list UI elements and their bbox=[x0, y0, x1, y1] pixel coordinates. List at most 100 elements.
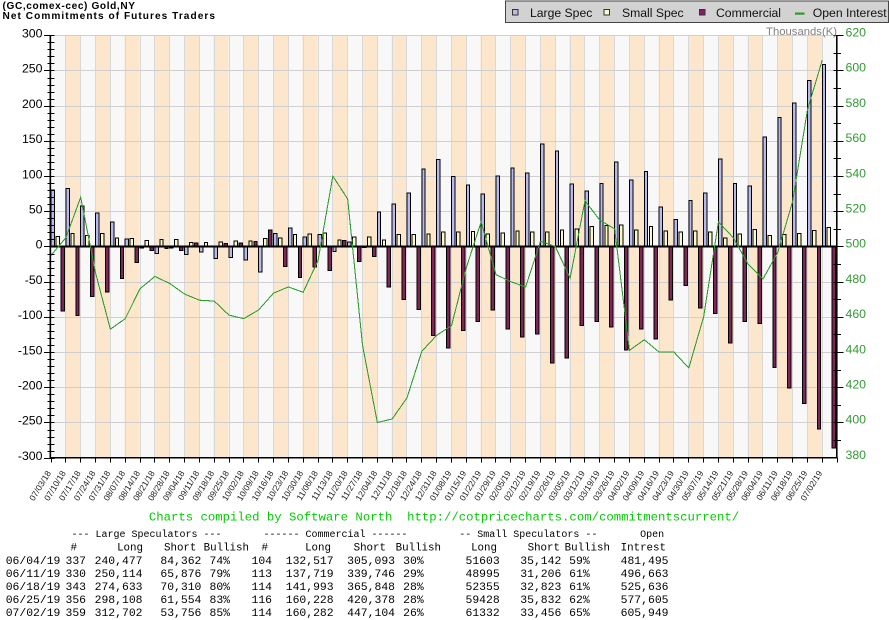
svg-text:59428: 59428 bbox=[466, 595, 500, 607]
svg-text:440: 440 bbox=[846, 342, 867, 356]
svg-text:52355: 52355 bbox=[466, 582, 500, 594]
svg-text:Charts compiled by Software No: Charts compiled by Software North http:/… bbox=[149, 511, 739, 525]
svg-text:06/04/19: 06/04/19 bbox=[6, 556, 61, 568]
svg-text:84,362: 84,362 bbox=[160, 556, 201, 568]
svg-text:-250: -250 bbox=[18, 414, 43, 428]
svg-text:Long: Long bbox=[117, 543, 143, 555]
svg-text:420,378: 420,378 bbox=[347, 595, 395, 607]
svg-text:33,456: 33,456 bbox=[520, 608, 561, 620]
svg-text:525,636: 525,636 bbox=[621, 582, 669, 594]
svg-text:65,876: 65,876 bbox=[160, 569, 201, 581]
svg-text:85%: 85% bbox=[209, 608, 230, 620]
svg-text:79%: 79% bbox=[209, 569, 230, 581]
svg-text:520: 520 bbox=[846, 202, 867, 216]
svg-text:400: 400 bbox=[846, 413, 867, 427]
svg-text:380: 380 bbox=[846, 448, 867, 462]
svg-text:460: 460 bbox=[846, 307, 867, 321]
svg-text:-150: -150 bbox=[18, 343, 43, 357]
svg-text:70,310: 70,310 bbox=[160, 582, 201, 594]
svg-text:300: 300 bbox=[22, 27, 43, 41]
svg-text:-50: -50 bbox=[25, 273, 43, 287]
svg-text:250,114: 250,114 bbox=[95, 569, 143, 581]
svg-text:Short: Short bbox=[528, 543, 560, 555]
svg-text:50: 50 bbox=[29, 203, 43, 217]
svg-text:53,756: 53,756 bbox=[160, 608, 201, 620]
svg-text:137,719: 137,719 bbox=[286, 569, 334, 581]
svg-text:560: 560 bbox=[846, 131, 867, 145]
svg-text:330: 330 bbox=[65, 569, 86, 581]
svg-text:------ Commercial ------: ------ Commercial ------ bbox=[264, 529, 408, 541]
svg-text:Small Spec: Small Spec bbox=[622, 6, 684, 20]
svg-text:496,663: 496,663 bbox=[621, 569, 669, 581]
svg-text:06/18/19: 06/18/19 bbox=[6, 582, 61, 594]
svg-text:447,104: 447,104 bbox=[347, 608, 395, 620]
svg-text:577,605: 577,605 bbox=[621, 595, 669, 607]
svg-text:356: 356 bbox=[65, 595, 86, 607]
svg-text:07/02/19: 07/02/19 bbox=[6, 608, 61, 620]
svg-text:580: 580 bbox=[846, 96, 867, 110]
svg-text:#: # bbox=[262, 543, 269, 555]
svg-text:250: 250 bbox=[22, 62, 43, 76]
svg-text:141,993: 141,993 bbox=[286, 582, 334, 594]
svg-text:-200: -200 bbox=[18, 379, 43, 393]
svg-text:51603: 51603 bbox=[466, 556, 500, 568]
svg-text:100: 100 bbox=[22, 167, 43, 181]
svg-text:61%: 61% bbox=[569, 582, 590, 594]
svg-text:Large Spec: Large Spec bbox=[530, 6, 592, 20]
svg-text:Commercial: Commercial bbox=[716, 6, 781, 20]
svg-text:28%: 28% bbox=[403, 595, 424, 607]
svg-text:26%: 26% bbox=[403, 608, 424, 620]
svg-text:359: 359 bbox=[65, 608, 86, 620]
svg-text:305,093: 305,093 bbox=[347, 556, 395, 568]
svg-text:343: 343 bbox=[65, 582, 86, 594]
svg-text:74%: 74% bbox=[209, 556, 230, 568]
svg-text:Long: Long bbox=[471, 543, 497, 555]
svg-text:Bullish: Bullish bbox=[396, 543, 441, 555]
svg-text:Bullish: Bullish bbox=[204, 543, 249, 555]
svg-text:160,228: 160,228 bbox=[286, 595, 334, 607]
svg-text:83%: 83% bbox=[209, 595, 230, 607]
svg-text:0: 0 bbox=[36, 238, 43, 252]
svg-text:113: 113 bbox=[251, 569, 272, 581]
svg-text:420: 420 bbox=[846, 378, 867, 392]
svg-text:605,949: 605,949 bbox=[621, 608, 669, 620]
svg-text:-100: -100 bbox=[18, 308, 43, 322]
svg-text:365,848: 365,848 bbox=[347, 582, 395, 594]
svg-text:Open Interest: Open Interest bbox=[813, 6, 887, 20]
svg-text:620: 620 bbox=[846, 26, 867, 40]
svg-text:--- Large Speculators ---: --- Large Speculators --- bbox=[72, 529, 222, 541]
svg-text:62%: 62% bbox=[569, 595, 590, 607]
svg-text:59%: 59% bbox=[569, 556, 590, 568]
svg-text:31,206: 31,206 bbox=[520, 569, 561, 581]
svg-text:Intrest: Intrest bbox=[621, 543, 666, 555]
svg-text:337: 337 bbox=[65, 556, 86, 568]
svg-text:80%: 80% bbox=[209, 582, 230, 594]
svg-text:Short: Short bbox=[354, 543, 386, 555]
svg-text:-300: -300 bbox=[18, 449, 43, 463]
svg-text:61%: 61% bbox=[569, 569, 590, 581]
svg-text:540: 540 bbox=[846, 166, 867, 180]
svg-text:Net Commitments of Futures Tra: Net Commitments of Futures Traders bbox=[3, 11, 217, 22]
svg-text:29%: 29% bbox=[403, 569, 424, 581]
svg-text:200: 200 bbox=[22, 97, 43, 111]
svg-text:600: 600 bbox=[846, 61, 867, 75]
svg-text:274,633: 274,633 bbox=[95, 582, 143, 594]
svg-text:35,832: 35,832 bbox=[520, 595, 561, 607]
svg-text:Bullish: Bullish bbox=[565, 543, 610, 555]
svg-text:298,108: 298,108 bbox=[95, 595, 143, 607]
svg-text:150: 150 bbox=[22, 132, 43, 146]
svg-text:114: 114 bbox=[251, 608, 272, 620]
svg-text:#: # bbox=[71, 543, 78, 555]
svg-text:132,517: 132,517 bbox=[286, 556, 334, 568]
svg-text:30%: 30% bbox=[403, 556, 424, 568]
svg-text:116: 116 bbox=[251, 595, 272, 607]
svg-text:480: 480 bbox=[846, 272, 867, 286]
svg-text:Long: Long bbox=[305, 543, 331, 555]
svg-text:Open: Open bbox=[640, 530, 664, 541]
svg-text:104: 104 bbox=[251, 556, 272, 568]
svg-text:160,282: 160,282 bbox=[286, 608, 334, 620]
svg-text:06/11/19: 06/11/19 bbox=[6, 569, 61, 581]
svg-text:240,477: 240,477 bbox=[95, 556, 143, 568]
svg-text:500: 500 bbox=[846, 237, 867, 251]
svg-text:65%: 65% bbox=[569, 608, 590, 620]
